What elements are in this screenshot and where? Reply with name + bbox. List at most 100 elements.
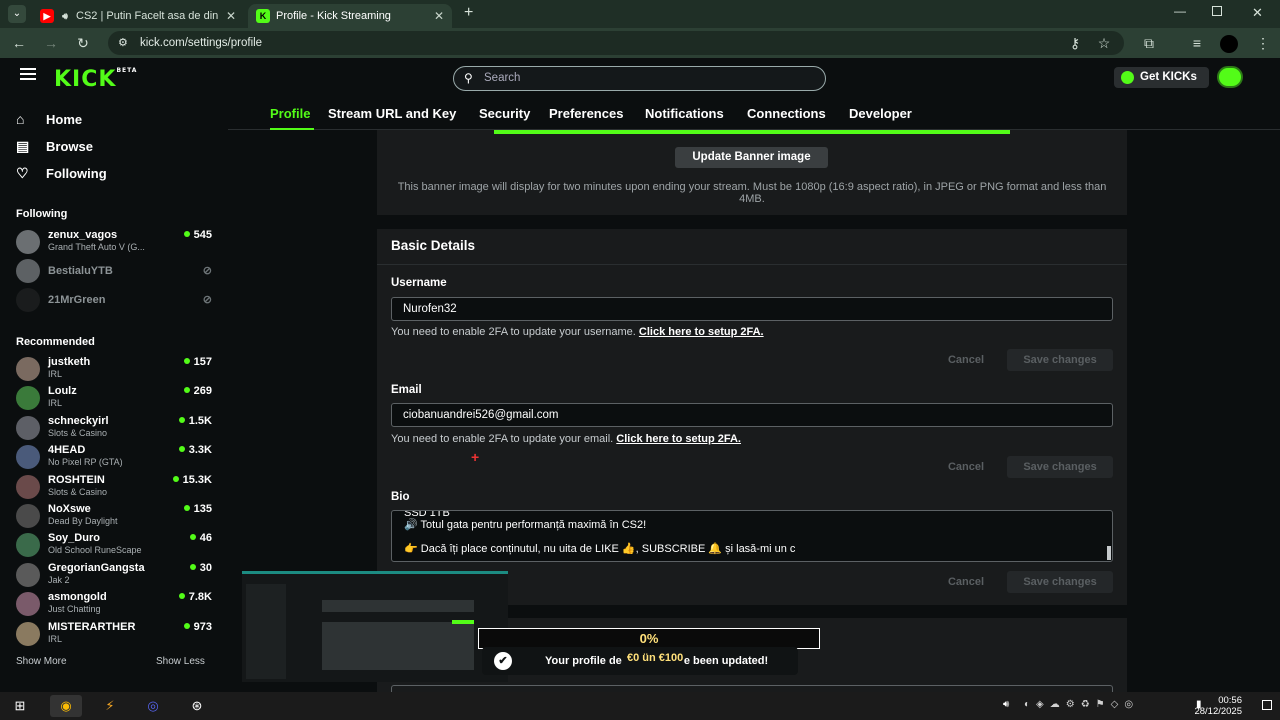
preview-panel	[322, 600, 474, 612]
setup-2fa-link[interactable]: Click here to setup 2FA.	[639, 326, 764, 338]
channel-item[interactable]: 4HEAD No Pixel RP (GTA) 3.3K	[16, 444, 212, 472]
overlay-text: €0 ün €100	[627, 652, 684, 664]
save-changes-button[interactable]: Save changes	[1007, 456, 1113, 478]
new-tab-button[interactable]: +	[464, 4, 473, 22]
sidebar-item-following[interactable]: ♡ Following	[16, 165, 107, 182]
close-icon[interactable]: ✕	[226, 9, 236, 23]
channel-item[interactable]: asmongold Just Chatting 7.8K	[16, 591, 212, 619]
setup-2fa-link[interactable]: Click here to setup 2FA.	[616, 433, 741, 445]
channel-item[interactable]: MISTERARTHER IRL 973	[16, 621, 212, 649]
viewer-count: 15.3K	[173, 474, 212, 486]
windows-start-icon[interactable]: ⊞	[4, 695, 36, 717]
notification-icon[interactable]	[1262, 700, 1272, 710]
tab-preferences[interactable]: Preferences	[549, 106, 623, 121]
address-bar[interactable]: ⚙ kick.com/settings/profile	[108, 31, 1124, 55]
cancel-button[interactable]: Cancel	[940, 456, 992, 478]
home-icon: ⌂	[16, 111, 25, 127]
viewer-count: 7.8K	[179, 591, 212, 603]
channel-item[interactable]: NoXswe Dead By Daylight 135	[16, 503, 212, 531]
channel-item[interactable]: Loulz IRL 269	[16, 385, 212, 413]
browser-tab-kick[interactable]: K Profile - Kick Streaming ✕	[248, 4, 452, 28]
steam-icon[interactable]: ⊛	[181, 695, 213, 717]
discord-icon[interactable]: ◎	[137, 695, 169, 717]
avatar	[16, 445, 40, 470]
channel-item[interactable]: ROSHTEIN Slots & Casino 15.3K	[16, 474, 212, 502]
channel-item[interactable]: GregorianGangsta Jak 2 30	[16, 562, 212, 590]
following-section-title: Following	[16, 208, 68, 220]
channel-item[interactable]: zenux_vagos Grand Theft Auto V (G... 545	[16, 229, 212, 257]
email-2fa-note: You need to enable 2FA to update your em…	[391, 433, 741, 445]
email-field[interactable]: ciobanuandrei526@gmail.com	[391, 403, 1113, 427]
section-title: Basic Details	[391, 238, 476, 253]
kick-app-icon[interactable]: ⚡︎	[94, 695, 126, 717]
close-window-icon[interactable]: ✕	[1252, 5, 1263, 21]
minimize-icon[interactable]: —	[1174, 4, 1186, 18]
bio-scrollbar[interactable]	[1107, 546, 1111, 560]
show-more-button[interactable]: Show More	[16, 656, 67, 667]
channel-item[interactable]: 21MrGreen ⊘	[16, 287, 212, 315]
username-label: Username	[391, 277, 447, 289]
get-kicks-button[interactable]: Get KICKs	[1114, 67, 1209, 88]
channel-item[interactable]: schneckyirl Slots & Casino 1.5K	[16, 415, 212, 443]
section-header	[377, 229, 1127, 265]
username-2fa-note: You need to enable 2FA to update your us…	[391, 326, 764, 338]
channel-item[interactable]: BestialuYTB ⊘	[16, 258, 212, 286]
reload-icon[interactable]: ↻	[74, 34, 92, 52]
forward-icon[interactable]: →	[42, 34, 60, 52]
check-icon: ✔	[494, 652, 512, 670]
tab-list-dropdown-icon[interactable]: ⌄	[8, 5, 26, 23]
update-banner-button[interactable]: Update Banner image	[675, 147, 828, 168]
tab-profile[interactable]: Profile	[270, 106, 310, 121]
tab-stream-url-and-key[interactable]: Stream URL and Key	[328, 106, 456, 121]
viewer-count: 269	[184, 385, 212, 397]
show-less-button[interactable]: Show Less	[156, 656, 205, 667]
search-input[interactable]: ⚲ Search	[453, 66, 826, 91]
browser-tab-youtube[interactable]: ▶ 🔊︎ CS2 | Putin Facelt asa de din ✕	[32, 4, 244, 28]
cancel-button[interactable]: Cancel	[940, 571, 992, 593]
viewer-count: 973	[184, 621, 212, 633]
preview-accent	[452, 620, 474, 624]
tab-title: CS2 | Putin Facelt asa de din	[76, 10, 219, 22]
avatar	[16, 533, 40, 558]
tab-developer[interactable]: Developer	[849, 106, 912, 121]
bio-textarea[interactable]: SSD 1TB 🔊 Totul gata pentru performanță …	[391, 510, 1113, 562]
menu-dots-icon[interactable]: ⋮	[1254, 34, 1272, 52]
tab-security[interactable]: Security	[479, 106, 530, 121]
tab-notifications[interactable]: Notifications	[645, 106, 724, 121]
extensions-icon[interactable]: ⧉	[1140, 34, 1158, 52]
site-info-icon[interactable]: ⚙	[118, 31, 128, 55]
clock[interactable]: 00:56 28/12/2025	[1194, 695, 1242, 717]
save-changes-button[interactable]: Save changes	[1007, 349, 1113, 371]
chrome-icon[interactable]: ◉	[50, 695, 82, 717]
user-avatar[interactable]	[1217, 66, 1243, 88]
offline-icon: ⊘	[202, 294, 212, 306]
maximize-icon[interactable]	[1212, 6, 1222, 16]
password-key-icon[interactable]: ⚷	[1066, 34, 1084, 52]
profile-avatar[interactable]	[1220, 35, 1238, 53]
progress-overlay: 0%	[478, 628, 820, 649]
save-changes-button[interactable]: Save changes	[1007, 571, 1113, 593]
avatar	[16, 259, 40, 283]
username-field[interactable]: Nurofen32	[391, 297, 1113, 321]
viewer-count: 545	[184, 229, 212, 241]
hamburger-menu-icon[interactable]	[20, 68, 36, 80]
channel-item[interactable]: Soy_Duro Old School RuneScape 46	[16, 532, 212, 560]
screen-recording-preview[interactable]	[242, 571, 508, 682]
youtube-icon: ▶	[40, 9, 54, 23]
close-icon[interactable]: ✕	[434, 9, 444, 23]
viewer-count: 30	[190, 562, 212, 574]
viewer-count: 135	[184, 503, 212, 515]
avatar	[16, 230, 40, 254]
volume-icon[interactable]: 🔊︎	[1003, 699, 1009, 710]
tab-connections[interactable]: Connections	[747, 106, 826, 121]
bookmark-star-icon[interactable]: ☆	[1095, 34, 1113, 52]
media-control-icon[interactable]: ≡	[1188, 34, 1206, 52]
kick-logo[interactable]: KICKBETA	[54, 67, 137, 92]
sidebar-item-home[interactable]: ⌂ Home	[16, 111, 82, 127]
tray-icons[interactable]: ◐◈☁⚙♻⚑◇◎	[1024, 699, 1139, 710]
cancel-button[interactable]: Cancel	[940, 349, 992, 371]
preview-panel	[322, 622, 474, 670]
channel-item[interactable]: justketh IRL 157	[16, 356, 212, 384]
back-icon[interactable]: ←	[10, 34, 28, 52]
sidebar-item-browse[interactable]: ▤ Browse	[16, 138, 93, 155]
